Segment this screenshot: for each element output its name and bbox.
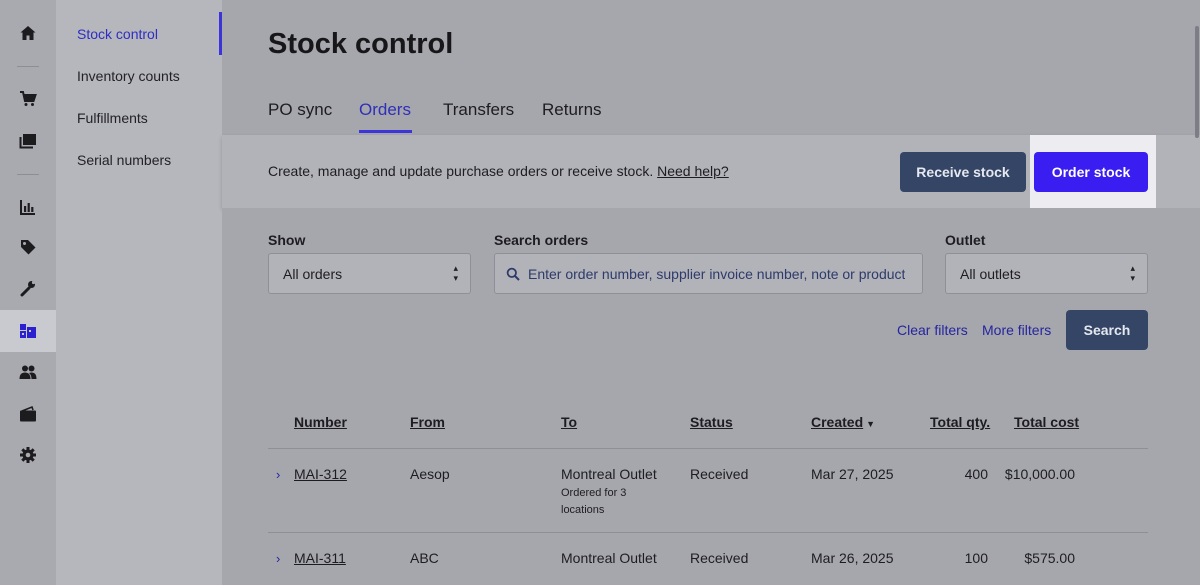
order-created: Mar 27, 2025 — [811, 466, 894, 482]
search-orders-label: Search orders — [494, 232, 589, 248]
customers-icon — [19, 365, 37, 379]
search-icon — [506, 267, 520, 281]
gear-icon — [20, 447, 36, 463]
order-stock-button[interactable]: Order stock — [1034, 152, 1148, 192]
subnav-item-fulfillments[interactable]: Fulfillments — [77, 110, 148, 126]
icon-rail — [0, 0, 56, 585]
outlet-select[interactable]: All outlets ▴ ▾ — [945, 253, 1148, 294]
wrench-icon — [20, 280, 36, 297]
scrollbar-thumb[interactable] — [1195, 26, 1199, 138]
home-nav-button[interactable] — [0, 13, 56, 53]
inventory-icon — [20, 324, 36, 338]
info-description: Create, manage and update purchase order… — [268, 163, 654, 179]
info-text: Create, manage and update purchase order… — [268, 163, 729, 179]
order-from: Aesop — [410, 466, 450, 482]
order-to: Montreal Outlet — [561, 550, 657, 566]
column-header-from[interactable]: From — [410, 414, 445, 430]
sell-nav-button[interactable] — [0, 79, 56, 119]
cart-icon — [20, 91, 37, 106]
page-header: Stock control PO sync Orders Transfers R… — [222, 0, 1200, 135]
search-orders-input[interactable]: Enter order number, supplier invoice num… — [494, 253, 923, 294]
search-orders-placeholder: Enter order number, supplier invoice num… — [528, 265, 906, 282]
reports-nav-button[interactable] — [0, 187, 56, 227]
select-arrows-icon: ▴ ▾ — [453, 263, 458, 283]
column-header-total-cost[interactable]: Total cost — [1014, 414, 1079, 430]
subnav-item-inventory-counts[interactable]: Inventory counts — [77, 68, 180, 84]
inventory-subnav: Stock control Inventory counts Fulfillme… — [56, 0, 222, 585]
reports-icon — [20, 200, 35, 215]
order-status: Received — [690, 550, 749, 566]
expand-row-chevron-icon[interactable]: › — [276, 467, 280, 482]
payments-nav-button[interactable] — [0, 394, 56, 434]
show-select-value: All orders — [283, 265, 343, 282]
page-scrollbar[interactable] — [1194, 0, 1200, 585]
order-to: Montreal Outlet — [561, 466, 657, 482]
setup-nav-button[interactable] — [0, 268, 56, 308]
order-total-cost: $10,000.00 — [1004, 466, 1075, 482]
column-header-total-qty[interactable]: Total qty. — [930, 414, 990, 430]
show-select[interactable]: All orders ▴ ▾ — [268, 253, 471, 294]
column-header-number[interactable]: Number — [294, 414, 347, 430]
expand-row-chevron-icon[interactable]: › — [276, 551, 280, 566]
order-from: ABC — [410, 550, 439, 566]
select-arrows-icon: ▴ ▾ — [1130, 263, 1135, 283]
tab-returns[interactable]: Returns — [542, 100, 602, 120]
tag-icon — [21, 240, 36, 255]
home-icon — [20, 26, 36, 40]
row-divider — [268, 532, 1148, 533]
register-nav-button[interactable] — [0, 121, 56, 161]
inventory-nav-button[interactable] — [0, 310, 56, 352]
customers-nav-button[interactable] — [0, 352, 56, 392]
rail-divider — [17, 66, 39, 67]
settings-nav-button[interactable] — [0, 435, 56, 475]
subnav-item-serial-numbers[interactable]: Serial numbers — [77, 152, 171, 168]
column-header-status[interactable]: Status — [690, 414, 733, 430]
tab-po-sync[interactable]: PO sync — [268, 100, 332, 120]
order-total-cost: $575.00 — [1024, 550, 1075, 566]
page-title: Stock control — [268, 28, 454, 60]
order-number-link[interactable]: MAI-311 — [294, 550, 346, 566]
register-icon — [19, 134, 36, 149]
receive-stock-button[interactable]: Receive stock — [900, 152, 1026, 192]
tab-transfers[interactable]: Transfers — [443, 100, 514, 120]
active-tab-indicator — [359, 130, 412, 133]
column-header-created-label: Created — [811, 414, 864, 430]
wallet-icon — [20, 405, 36, 422]
order-total-qty: 400 — [964, 466, 988, 482]
order-created: Mar 26, 2025 — [811, 550, 894, 566]
column-header-to[interactable]: To — [561, 414, 577, 430]
main-content: Stock control PO sync Orders Transfers R… — [222, 0, 1200, 585]
outlet-select-value: All outlets — [960, 265, 1021, 282]
search-button[interactable]: Search — [1066, 310, 1148, 350]
subnav-item-stock-control[interactable]: Stock control — [77, 26, 158, 42]
filter-panel: Show All orders ▴ ▾ Search orders Enter o… — [222, 208, 1200, 373]
rail-divider — [17, 174, 39, 175]
order-to-note: Ordered for 3 — [561, 487, 627, 499]
order-total-qty: 100 — [964, 550, 988, 566]
order-status: Received — [690, 466, 749, 482]
clear-filters-link[interactable]: Clear filters — [897, 322, 968, 338]
tab-orders[interactable]: Orders — [359, 100, 411, 120]
order-number-link[interactable]: MAI-312 — [294, 466, 347, 482]
show-label: Show — [268, 232, 306, 248]
sort-descending-icon: ▼ — [866, 419, 876, 429]
outlet-label: Outlet — [945, 232, 986, 248]
order-to-note: locations — [561, 504, 605, 516]
more-filters-link[interactable]: More filters — [982, 322, 1051, 338]
column-header-created[interactable]: Created ▼ — [811, 414, 875, 430]
catalog-nav-button[interactable] — [0, 227, 56, 267]
orders-table: Number From To Status Created ▼ Total qty… — [222, 373, 1200, 585]
need-help-link[interactable]: Need help? — [657, 163, 729, 179]
table-header-divider — [268, 448, 1148, 449]
info-bar: Create, manage and update purchase order… — [222, 135, 1200, 208]
